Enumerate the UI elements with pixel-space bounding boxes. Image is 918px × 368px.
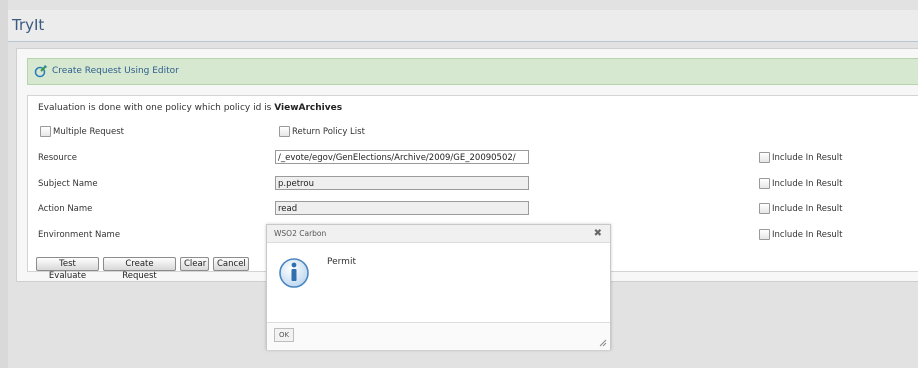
resource-label: Resource xyxy=(38,153,77,163)
policy-id: ViewArchives xyxy=(274,103,343,113)
test-evaluate-button[interactable]: Test Evaluate xyxy=(36,257,99,281)
create-request-link[interactable]: Create Request Using Editor xyxy=(52,66,179,76)
resize-grip-icon[interactable] xyxy=(599,339,607,347)
cancel-button[interactable]: Cancel xyxy=(213,257,249,271)
resource-include-label: Include In Result xyxy=(772,153,843,163)
multiple-request-checkbox[interactable] xyxy=(40,126,51,137)
action-include-label: Include In Result xyxy=(772,204,843,214)
subject-name-label: Subject Name xyxy=(38,179,98,189)
resource-input[interactable]: /_evote/egov/GenElections/Archive/2009/G… xyxy=(275,150,529,164)
environment-name-label: Environment Name xyxy=(38,230,121,240)
dialog-header[interactable]: WSO2 Carbon ✖ xyxy=(267,225,610,243)
dialog-title: WSO2 Carbon xyxy=(274,229,327,238)
action-name-input[interactable]: read xyxy=(275,201,529,215)
result-dialog: WSO2 Carbon ✖ Permit OK xyxy=(266,224,611,350)
ok-button[interactable]: OK xyxy=(274,328,294,342)
multiple-request-label: Multiple Request xyxy=(53,127,124,137)
subject-include-checkbox[interactable] xyxy=(759,178,770,189)
clear-button[interactable]: Clear xyxy=(180,257,209,271)
environment-include-checkbox[interactable] xyxy=(759,229,770,240)
action-name-label: Action Name xyxy=(38,204,93,214)
evaluation-prefix: Evaluation is done with one policy which… xyxy=(38,103,275,113)
evaluation-info: Evaluation is done with one policy which… xyxy=(38,103,342,113)
page-title: TryIt xyxy=(12,16,45,34)
create-request-button[interactable]: Create Request xyxy=(103,257,176,281)
action-include-checkbox[interactable] xyxy=(759,203,770,214)
dialog-message: Permit xyxy=(327,257,356,267)
title-bar: TryIt xyxy=(8,10,918,42)
environment-include-label: Include In Result xyxy=(772,230,843,240)
subject-name-input[interactable]: p.petrou xyxy=(275,176,529,190)
close-icon[interactable]: ✖ xyxy=(594,228,602,239)
subject-include-label: Include In Result xyxy=(772,179,843,189)
return-policy-list-label: Return Policy List xyxy=(292,127,365,137)
edit-request-icon xyxy=(34,65,47,78)
resource-include-checkbox[interactable] xyxy=(759,152,770,163)
info-icon xyxy=(279,258,309,288)
create-request-header[interactable]: Create Request Using Editor xyxy=(27,58,918,85)
dialog-footer: OK xyxy=(267,322,610,350)
return-policy-list-checkbox[interactable] xyxy=(279,126,290,137)
